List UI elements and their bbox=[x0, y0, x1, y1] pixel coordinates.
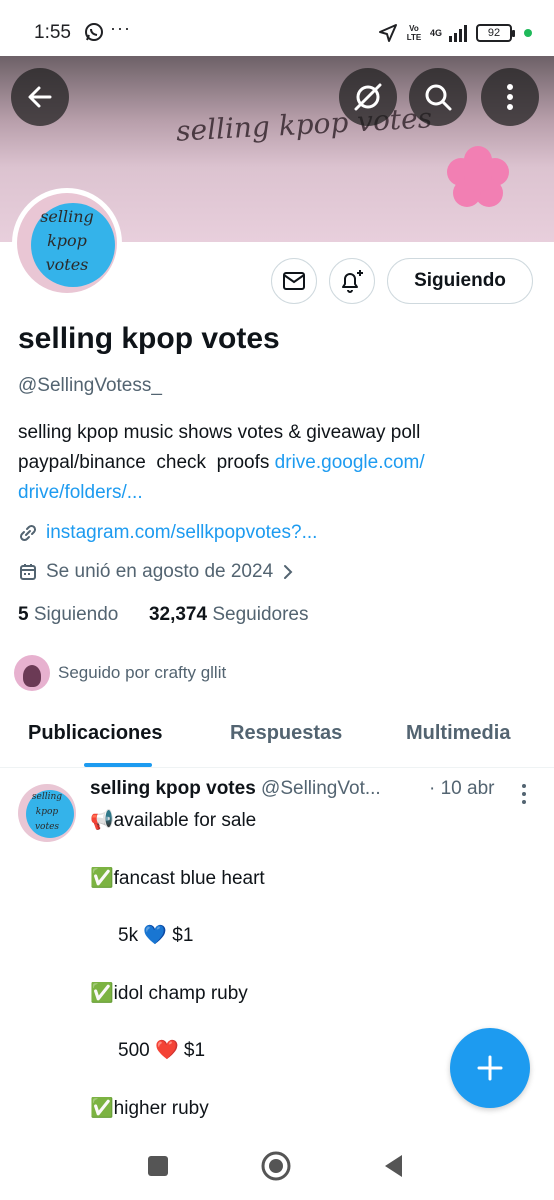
tab-respuestas[interactable]: Respuestas bbox=[230, 722, 342, 745]
bell-plus-icon bbox=[342, 270, 363, 293]
followers-link[interactable]: 32,374 Seguidores bbox=[149, 604, 309, 625]
following-link[interactable]: 5 Siguiendo bbox=[18, 604, 118, 625]
volte-label: Vo LTE bbox=[406, 24, 422, 42]
home-icon[interactable] bbox=[260, 1150, 292, 1182]
status-right-group: Vo LTE 4G 92 bbox=[378, 20, 532, 46]
post-text-line: ✅higher ruby bbox=[90, 1098, 209, 1119]
post-text-line: 📢available for sale bbox=[90, 810, 257, 831]
grok-button[interactable] bbox=[339, 68, 397, 126]
post-avatar-line: votes bbox=[34, 822, 60, 832]
website-link[interactable]: instagram.com/sellkpopvotes?... bbox=[46, 522, 317, 544]
envelope-icon bbox=[283, 272, 305, 290]
post-avatar-line: kpop bbox=[35, 807, 59, 817]
search-button[interactable] bbox=[409, 68, 467, 126]
message-button[interactable] bbox=[271, 258, 317, 304]
post-avatar-line: selling bbox=[31, 792, 63, 802]
follower-avatar bbox=[14, 655, 50, 691]
status-more-dots: ··· bbox=[110, 18, 131, 38]
post-date[interactable]: · 10 abr bbox=[429, 778, 494, 800]
status-time: 1:55 bbox=[34, 22, 71, 43]
tab-publicaciones[interactable]: Publicaciones bbox=[28, 722, 163, 745]
following-count: 5 bbox=[18, 604, 29, 625]
post-handle[interactable]: @SellingVot... bbox=[261, 778, 381, 799]
system-nav-bar bbox=[0, 1138, 554, 1200]
bio-drive-link-cont[interactable]: drive/folders/... bbox=[18, 478, 538, 508]
whatsapp-icon bbox=[85, 23, 103, 41]
bio-text: paypal/binance check proofs bbox=[18, 452, 275, 473]
back-nav-icon[interactable] bbox=[382, 1153, 406, 1179]
avatar-line: votes bbox=[45, 255, 89, 274]
more-options-button[interactable] bbox=[481, 68, 539, 126]
compose-button[interactable] bbox=[450, 1028, 530, 1108]
avatar-line: kpop bbox=[47, 231, 87, 250]
avatar-line: selling bbox=[40, 207, 94, 226]
link-icon bbox=[19, 524, 37, 542]
following-label: Siguiendo bbox=[33, 604, 119, 625]
post-text-line: 500 ❤️ $1 bbox=[118, 1040, 206, 1061]
post-text-line: 5k 💙 $1 bbox=[118, 925, 194, 946]
joined-row[interactable]: Se unió en agosto de 2024 bbox=[18, 561, 295, 583]
website-row: instagram.com/sellkpopvotes?... bbox=[18, 522, 317, 544]
bio-line: selling kpop music shows votes & giveawa… bbox=[18, 422, 421, 443]
location-arrow-icon bbox=[378, 24, 397, 42]
post-text-line: ✅fancast blue heart bbox=[90, 868, 265, 889]
recents-icon[interactable] bbox=[146, 1154, 170, 1178]
followed-by-row[interactable]: Seguido por crafty gllit bbox=[14, 655, 226, 691]
plus-icon bbox=[477, 1055, 503, 1081]
follow-counts: 5 Siguiendo 32,374 Seguidores bbox=[18, 604, 308, 626]
post-text-line: ✅idol champ ruby bbox=[90, 983, 248, 1004]
followers-label: Seguidores bbox=[212, 604, 309, 625]
calendar-icon bbox=[20, 564, 36, 580]
notifications-button[interactable] bbox=[329, 258, 375, 304]
privacy-dot bbox=[524, 29, 532, 37]
flower-decoration bbox=[447, 146, 509, 207]
profile-tabs: Publicaciones Respuestas Multimedia bbox=[0, 708, 554, 768]
bio-line: paypal/binance check proofs drive.google… bbox=[18, 448, 538, 478]
signal-icon bbox=[449, 25, 467, 42]
status-bar: 1:55 ··· Vo LTE 4G 92 bbox=[0, 0, 554, 56]
followers-count: 32,374 bbox=[148, 604, 208, 625]
battery-indicator: 92 bbox=[476, 24, 515, 42]
tab-multimedia[interactable]: Multimedia bbox=[406, 722, 510, 745]
profile-name: selling kpop votes bbox=[18, 322, 280, 355]
post-header: selling kpop votes @SellingVot... bbox=[90, 778, 381, 800]
post-avatar-text: selling kpop votes bbox=[18, 790, 76, 835]
vertical-dots-icon bbox=[507, 84, 513, 110]
post-more-icon[interactable] bbox=[514, 782, 534, 806]
chevron-right-icon bbox=[284, 565, 293, 579]
joined-date: Se unió en agosto de 2024 bbox=[46, 561, 274, 582]
followed-by-text: Seguido por crafty gllit bbox=[58, 663, 227, 682]
profile-bio: selling kpop music shows votes & giveawa… bbox=[18, 418, 538, 508]
post-avatar[interactable]: selling kpop votes bbox=[18, 784, 76, 842]
post-author[interactable]: selling kpop votes bbox=[90, 778, 256, 799]
back-arrow-icon bbox=[28, 86, 52, 108]
network-type: 4G bbox=[429, 27, 442, 38]
profile-handle: @SellingVotess_ bbox=[18, 375, 162, 396]
profile-avatar[interactable]: selling kpop votes bbox=[12, 188, 122, 298]
active-tab-indicator bbox=[84, 763, 152, 767]
following-button[interactable]: Siguiendo bbox=[387, 258, 533, 304]
back-button[interactable] bbox=[11, 68, 69, 126]
bio-drive-link[interactable]: drive.google.com/ bbox=[275, 452, 425, 473]
search-icon bbox=[425, 84, 452, 111]
avatar-text: selling kpop votes bbox=[17, 205, 117, 277]
avatar-image: selling kpop votes bbox=[17, 193, 117, 293]
grok-icon bbox=[354, 83, 382, 111]
